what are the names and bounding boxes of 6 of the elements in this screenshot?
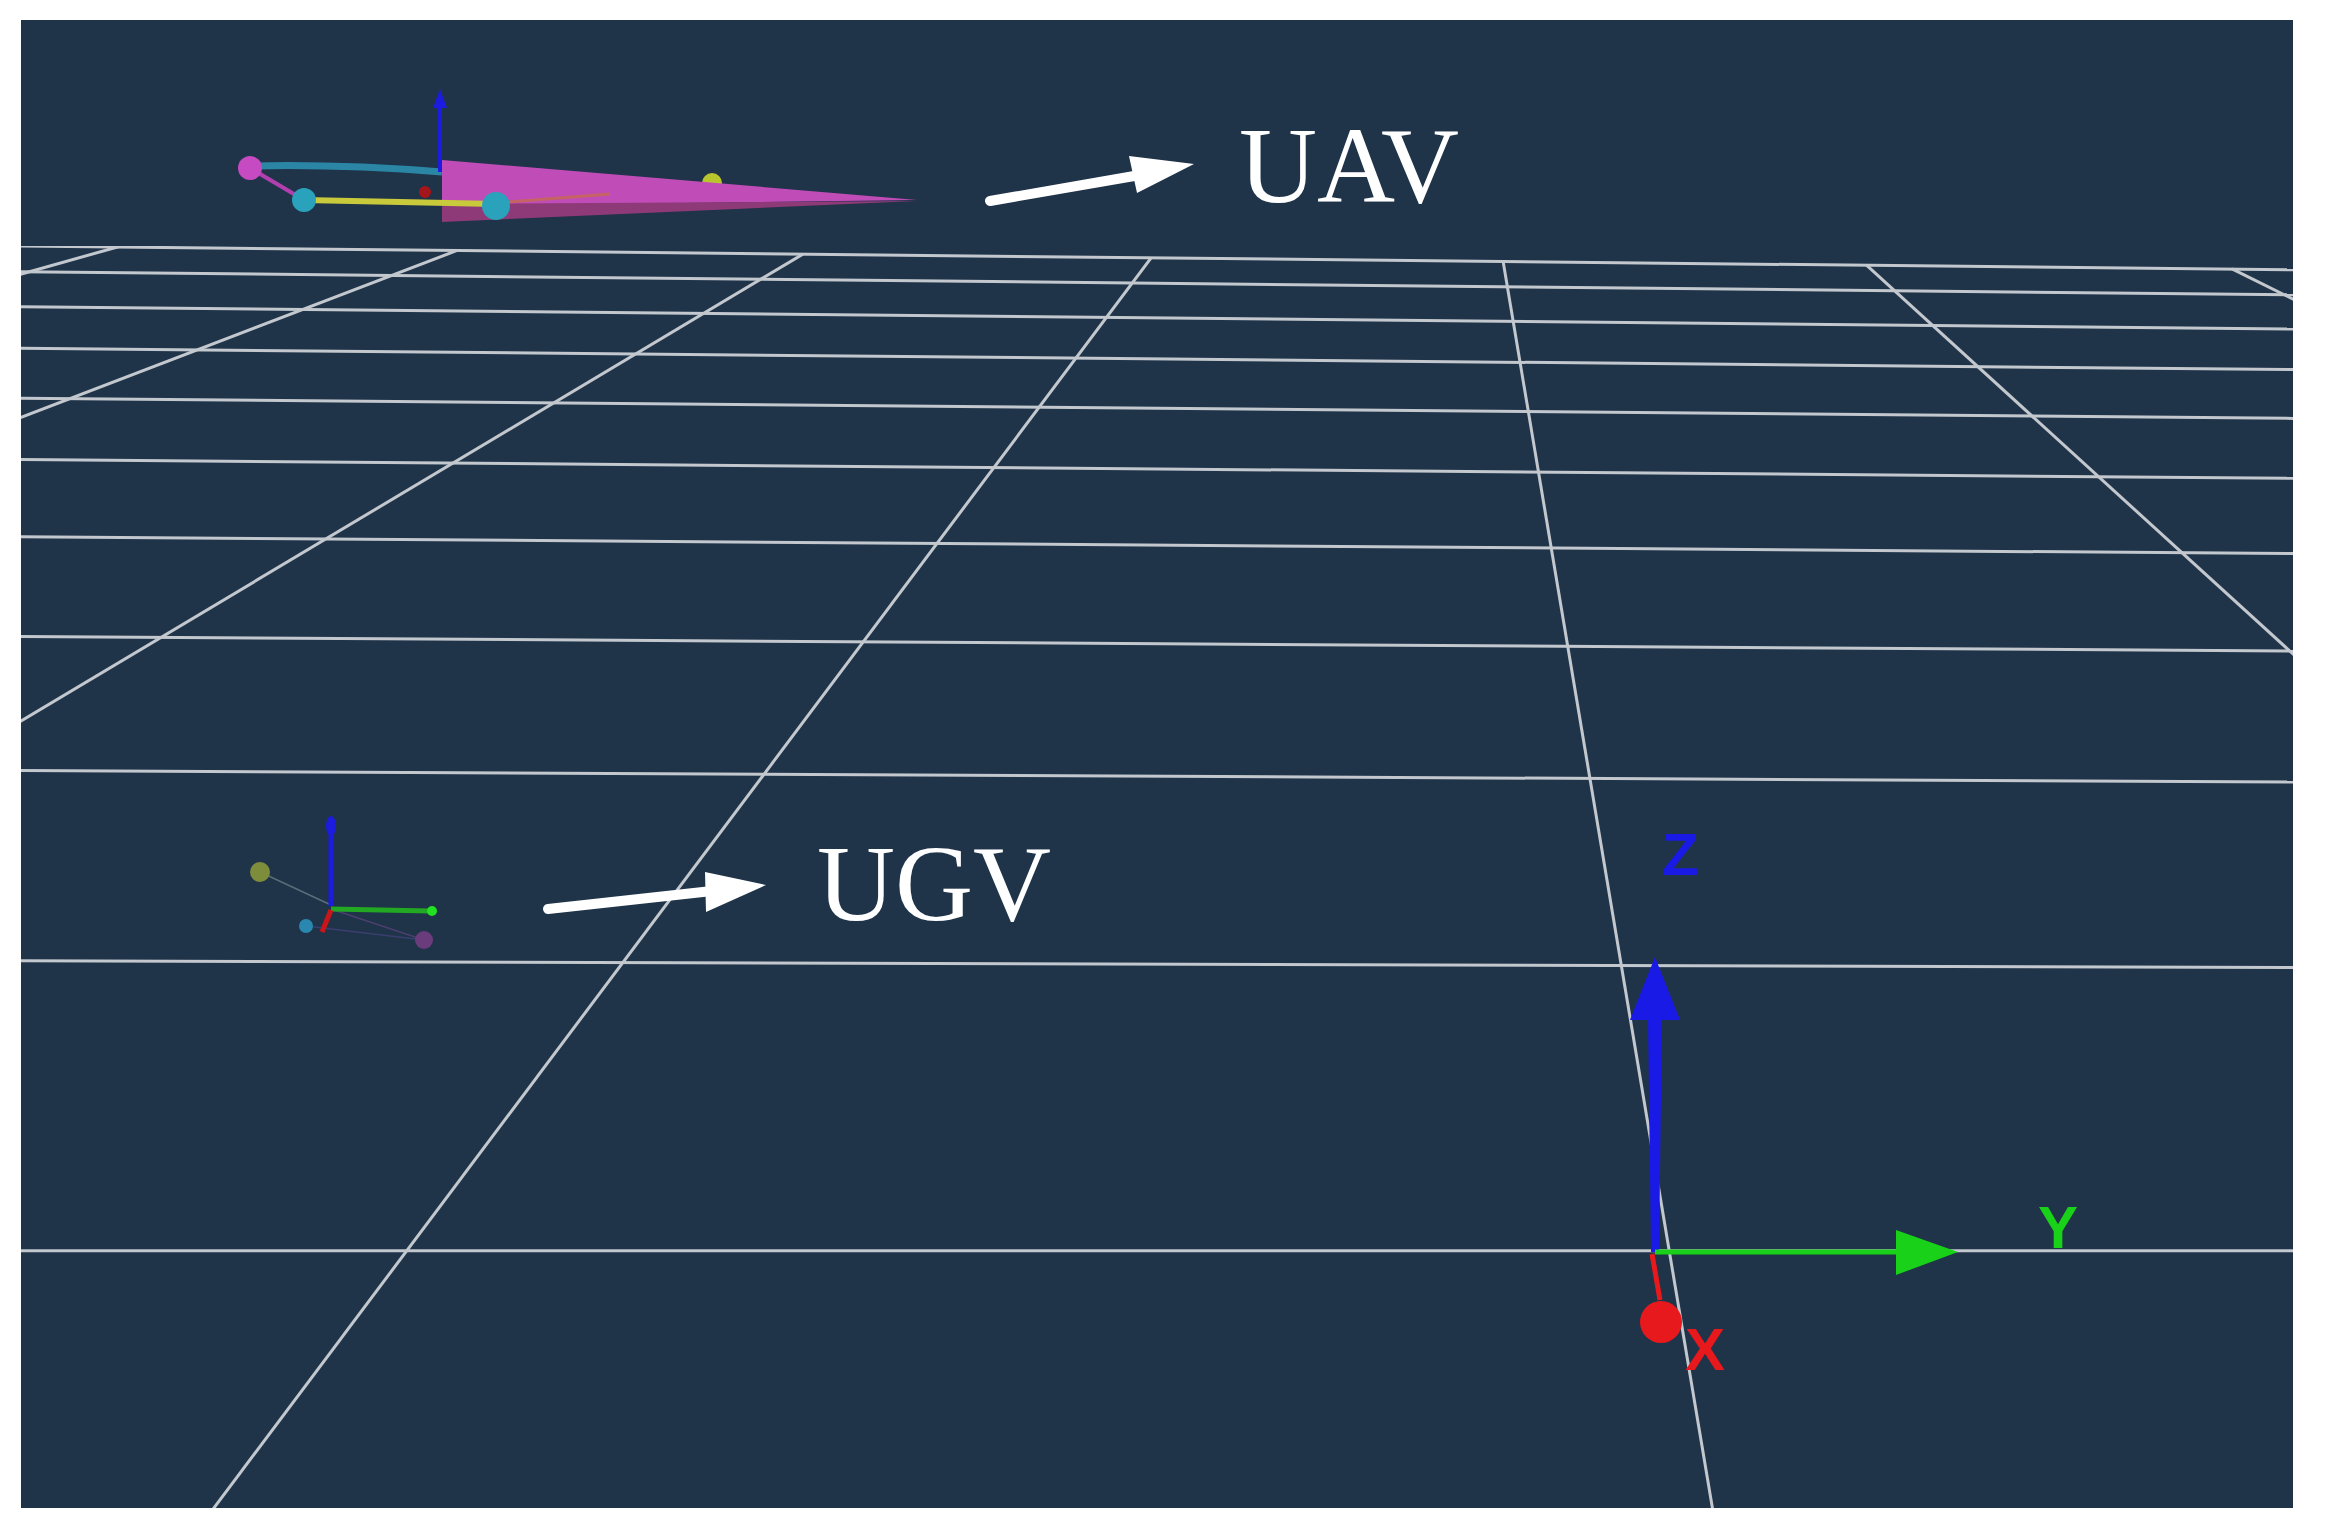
arrow-icon bbox=[984, 154, 1196, 208]
vehicle-label: UAV bbox=[1239, 112, 1460, 220]
axis-label: Z bbox=[1662, 825, 1699, 885]
axis-label: Y bbox=[2038, 1198, 2079, 1258]
axis-label: X bbox=[1685, 1320, 1726, 1380]
vehicle-label: UGV bbox=[817, 830, 1051, 938]
